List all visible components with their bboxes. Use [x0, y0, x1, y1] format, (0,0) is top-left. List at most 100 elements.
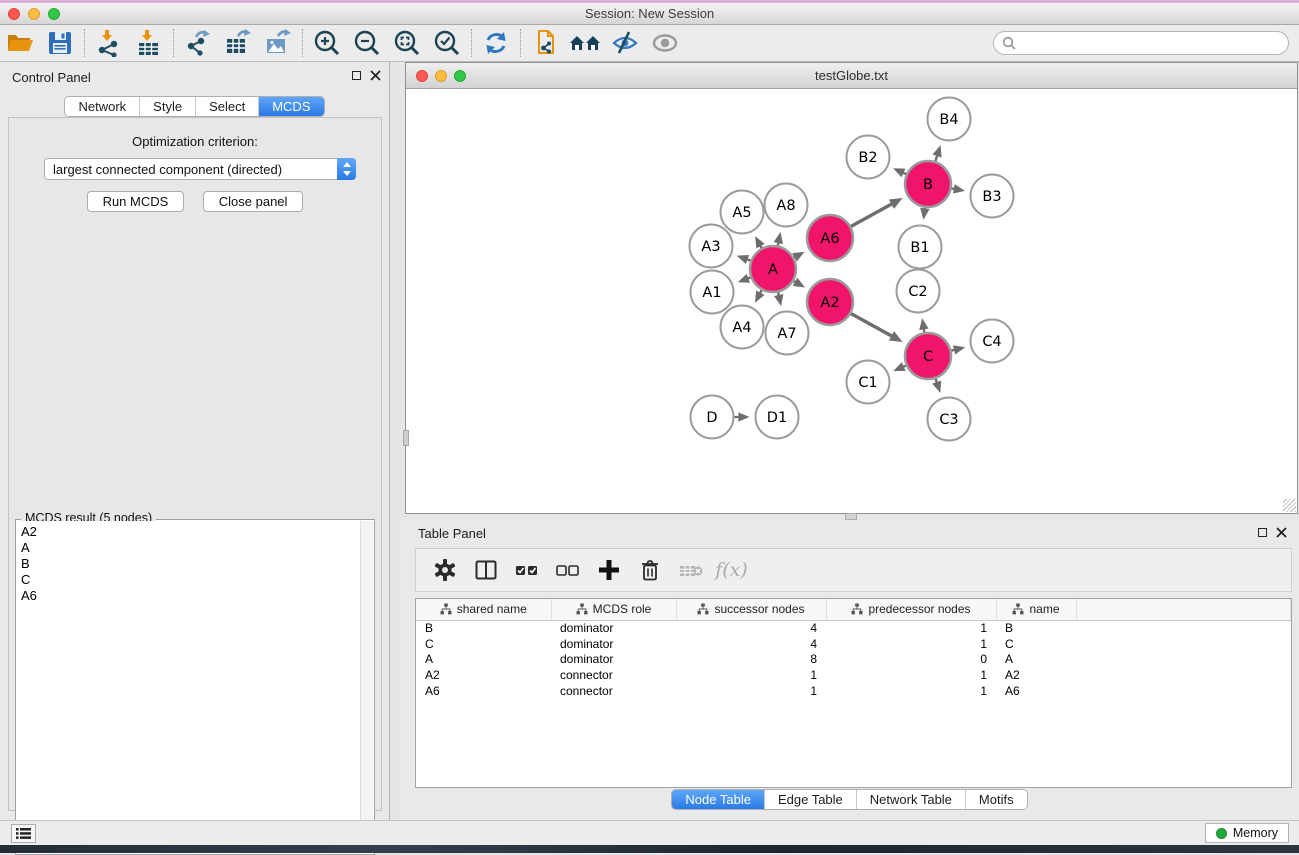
graph-node-C4[interactable]: C4 [971, 320, 1014, 363]
graph-node-B[interactable]: B [905, 161, 951, 207]
graph-edge-A-A5[interactable] [755, 236, 765, 248]
graph-edge-A2-C[interactable] [851, 314, 903, 342]
graph-node-A3[interactable]: A3 [690, 225, 733, 268]
function-builder-button[interactable]: f(x) [713, 553, 750, 587]
table-cell[interactable]: 1 [826, 667, 996, 683]
table-tab-node-table[interactable]: Node Table [672, 790, 764, 809]
search-input[interactable] [1021, 36, 1288, 51]
unselect-all-columns-button[interactable] [549, 553, 586, 587]
table-tab-network-table[interactable]: Network Table [856, 790, 965, 809]
graph-node-A[interactable]: A [750, 246, 796, 292]
import-table-button[interactable] [129, 27, 169, 59]
graph-node-A6[interactable]: A6 [807, 215, 853, 261]
graph-node-B1[interactable]: B1 [899, 226, 942, 269]
graph-edge-A-A4[interactable] [755, 290, 765, 303]
float-panel-icon[interactable] [352, 71, 361, 80]
mcds-result-item[interactable]: C [17, 572, 359, 588]
mcds-result-item[interactable]: A2 [17, 524, 359, 540]
show-column-button[interactable] [467, 553, 504, 587]
table-tab-edge-table[interactable]: Edge Table [764, 790, 856, 809]
resize-grip-icon[interactable] [1283, 499, 1296, 512]
graph-node-B4[interactable]: B4 [928, 98, 971, 141]
control-tab-select[interactable]: Select [195, 97, 258, 116]
list-scrollbar[interactable] [360, 521, 373, 853]
export-image-button[interactable] [258, 27, 298, 59]
table-cell[interactable]: 4 [676, 620, 826, 636]
graph-node-A4[interactable]: A4 [721, 306, 764, 349]
table-cell[interactable]: 1 [826, 620, 996, 636]
create-column-button[interactable] [590, 553, 627, 587]
run-mcds-button[interactable]: Run MCDS [87, 191, 185, 212]
table-cell[interactable]: B [996, 620, 1076, 636]
show-graphics-details-button[interactable] [645, 27, 685, 59]
refresh-view-button[interactable] [476, 27, 516, 59]
mcds-result-item[interactable]: A6 [17, 588, 359, 604]
splitter-handle[interactable] [403, 430, 409, 446]
graph-edge-C-C2[interactable] [919, 318, 928, 332]
table-cell[interactable]: A [996, 652, 1076, 668]
memory-button[interactable]: Memory [1205, 823, 1289, 843]
graph-node-B2[interactable]: B2 [847, 136, 890, 179]
graph-node-A8[interactable]: A8 [765, 184, 808, 227]
graph-node-A1[interactable]: A1 [691, 271, 734, 314]
open-file-button[interactable] [0, 27, 40, 59]
table-cell[interactable]: C [996, 636, 1076, 652]
mcds-result-item[interactable]: A [17, 540, 359, 556]
table-cell[interactable]: connector [551, 667, 676, 683]
graph-edge-A-A8[interactable] [774, 232, 783, 246]
show-panels-button[interactable] [11, 824, 36, 843]
table-cell[interactable]: dominator [551, 652, 676, 668]
graph-node-D1[interactable]: D1 [756, 396, 799, 439]
graph-edge-B-B1[interactable] [920, 208, 929, 220]
graph-edge-B-B2[interactable] [893, 168, 906, 177]
network-window-titlebar[interactable]: testGlobe.txt [406, 63, 1297, 89]
close-panel-button[interactable]: Close panel [203, 191, 304, 212]
graph-edge-B-B4[interactable] [933, 145, 942, 161]
table-cell[interactable]: 8 [676, 652, 826, 668]
close-panel-icon[interactable] [1276, 527, 1287, 538]
graph-edge-D-D1[interactable] [735, 412, 750, 421]
zoom-fit-button[interactable] [387, 27, 427, 59]
graph-node-C2[interactable]: C2 [897, 270, 940, 313]
table-cell[interactable]: A2 [996, 667, 1076, 683]
export-network-button[interactable] [178, 27, 218, 59]
table-cell[interactable]: 1 [826, 683, 996, 699]
graph-edge-C-C4[interactable] [951, 345, 965, 354]
graph-edge-A-A1[interactable] [738, 274, 751, 283]
table-cell[interactable]: connector [551, 683, 676, 699]
table-settings-button[interactable] [426, 553, 463, 587]
home-button[interactable] [565, 27, 605, 59]
zoom-in-button[interactable] [307, 27, 347, 59]
node-table[interactable]: shared nameMCDS rolesuccessor nodesprede… [415, 598, 1292, 788]
table-cell[interactable]: A6 [996, 683, 1076, 699]
control-tab-style[interactable]: Style [139, 97, 195, 116]
graph-node-A5[interactable]: A5 [721, 191, 764, 234]
control-tab-network[interactable]: Network [65, 97, 139, 116]
table-cell[interactable]: 1 [676, 683, 826, 699]
graph-edge-C-C1[interactable] [893, 362, 906, 371]
zoom-selected-button[interactable] [427, 27, 467, 59]
column-header-successor-nodes[interactable]: successor nodes [676, 599, 826, 620]
column-header-name[interactable]: name [996, 599, 1076, 620]
graph-node-B3[interactable]: B3 [971, 175, 1014, 218]
mcds-result-list[interactable]: A2ABCA6 [17, 521, 359, 853]
network-canvas[interactable]: AA1A2A3A4A5A6A7A8BB1B2B3B4CC1C2C3C4DD1 [407, 89, 1296, 513]
graph-node-A2[interactable]: A2 [807, 279, 853, 325]
table-tab-motifs[interactable]: Motifs [965, 790, 1027, 809]
graph-node-C3[interactable]: C3 [928, 398, 971, 441]
select-all-columns-button[interactable] [508, 553, 545, 587]
import-network-button[interactable] [89, 27, 129, 59]
table-cell[interactable]: dominator [551, 620, 676, 636]
close-panel-icon[interactable] [370, 70, 381, 81]
column-header-predecessor-nodes[interactable]: predecessor nodes [826, 599, 996, 620]
graph-edge-A-A7[interactable] [774, 292, 783, 306]
table-row[interactable]: Bdominator41B [416, 620, 1291, 636]
table-cell[interactable]: 1 [826, 636, 996, 652]
table-cell[interactable]: A2 [416, 667, 551, 683]
delete-column-button[interactable] [631, 553, 668, 587]
graph-node-A7[interactable]: A7 [766, 312, 809, 355]
new-network-from-selection-button[interactable] [525, 27, 565, 59]
export-table-button[interactable] [218, 27, 258, 59]
graph-node-D[interactable]: D [691, 396, 734, 439]
hide-graphics-details-button[interactable] [605, 27, 645, 59]
